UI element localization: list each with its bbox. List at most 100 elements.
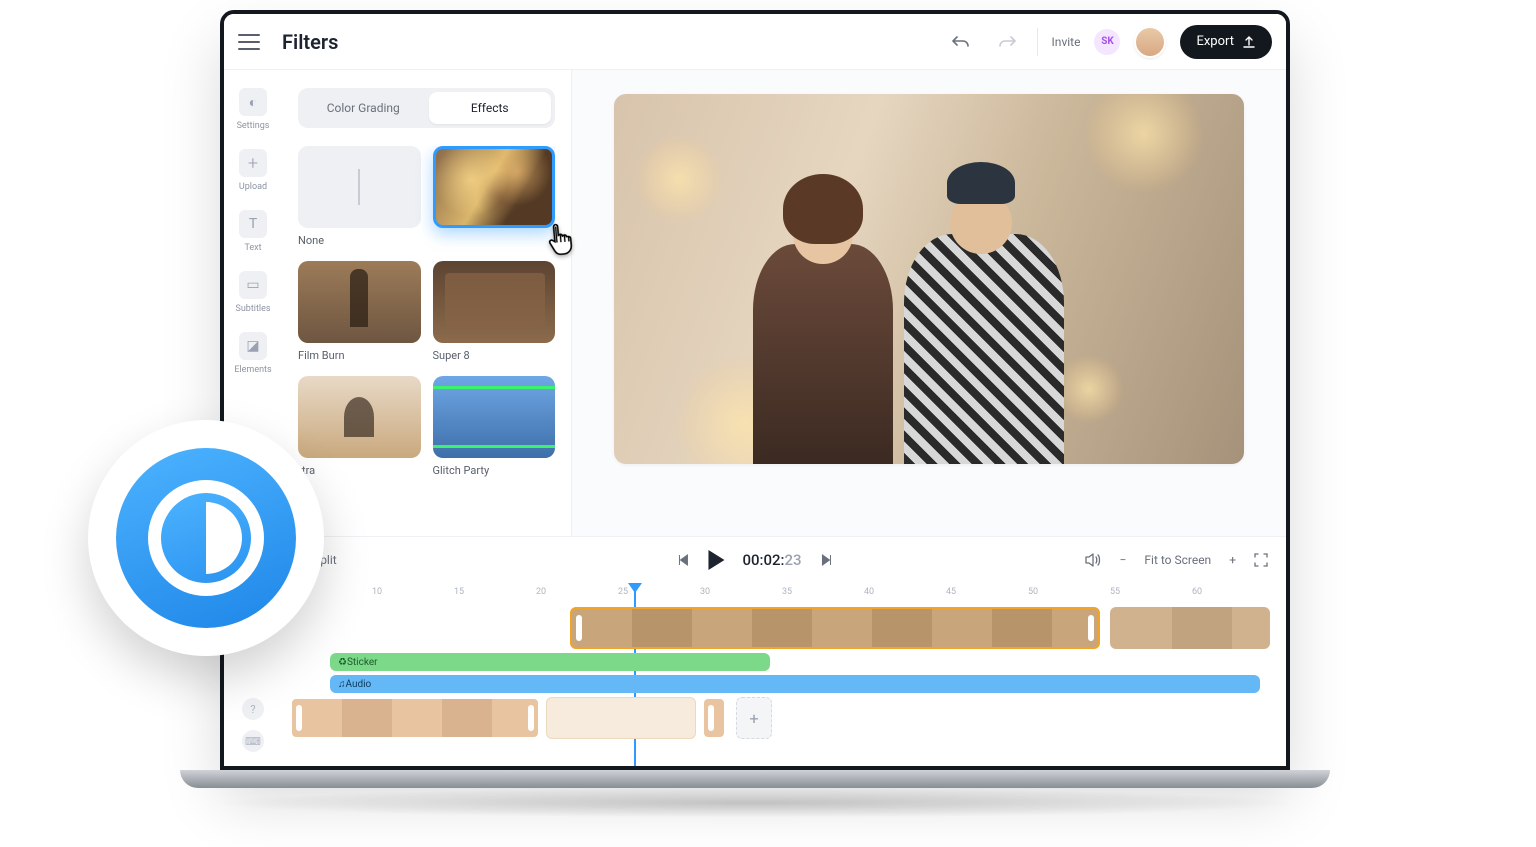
rail-label: Settings <box>237 121 270 131</box>
skip-back-icon <box>676 553 690 567</box>
video-clip-main[interactable] <box>570 607 1100 649</box>
tab-effects[interactable]: Effects <box>429 92 552 124</box>
audio-track[interactable]: ♫ Audio <box>290 673 1286 695</box>
filter-badge-icon <box>88 420 324 656</box>
ruler-tick: 20 <box>536 587 546 597</box>
laptop-base <box>180 770 1330 788</box>
keyboard-icon[interactable]: ⌨ <box>242 730 264 752</box>
export-label: Export <box>1196 34 1234 49</box>
effect-thumb <box>433 146 556 228</box>
video-clip-tail[interactable] <box>1110 607 1270 649</box>
ruler-tick: 60 <box>1192 587 1202 597</box>
ruler-tick: 40 <box>864 587 874 597</box>
invite-initials[interactable]: SK <box>1094 29 1120 55</box>
volume-button[interactable] <box>1084 552 1102 568</box>
clip-handle-left[interactable] <box>576 615 582 641</box>
effect-thumb <box>433 261 556 343</box>
tab-color-grading[interactable]: Color Grading <box>302 92 425 124</box>
upload-icon <box>1242 35 1256 49</box>
rail-upload[interactable]: + Upload <box>239 149 267 192</box>
clip-handle-left[interactable] <box>708 705 714 731</box>
add-clip-button[interactable]: + <box>736 697 772 739</box>
thumb-track[interactable]: + <box>290 695 1286 741</box>
rail-label: Upload <box>239 182 267 192</box>
effect-lightleak[interactable] <box>433 146 556 247</box>
effect-thumb <box>433 376 556 458</box>
avatar[interactable] <box>1134 26 1166 58</box>
fullscreen-icon <box>1254 553 1268 567</box>
zoom-out-button[interactable]: − <box>1120 553 1127 567</box>
subtitles-icon: ▭ <box>239 271 267 299</box>
invite-label[interactable]: Invite <box>1052 35 1081 49</box>
divider <box>1037 28 1038 56</box>
skip-forward-icon <box>820 553 834 567</box>
effect-portra[interactable]: rtra <box>298 376 421 477</box>
play-button[interactable] <box>708 550 724 570</box>
effect-filmburn[interactable]: Film Burn <box>298 261 421 362</box>
timecode: 00:02:23 <box>742 551 801 569</box>
clip-handle-right[interactable] <box>1088 615 1094 641</box>
rail-text[interactable]: T Text <box>239 210 267 253</box>
sticker-label: Sticker <box>347 657 378 668</box>
clip-handle-left[interactable] <box>296 705 302 731</box>
zoom-in-button[interactable]: + <box>1229 553 1236 567</box>
ruler-tick: 25 <box>618 587 628 597</box>
export-button[interactable]: Export <box>1180 25 1272 59</box>
effect-thumb <box>298 376 421 458</box>
help-icon[interactable]: ? <box>242 698 264 720</box>
ruler-tick: 30 <box>700 587 710 597</box>
preview-area <box>572 70 1286 536</box>
rail-settings[interactable]: ◐ Settings <box>237 88 270 131</box>
sticker-clip[interactable]: ♻ Sticker <box>330 653 770 671</box>
effect-name: None <box>298 234 421 247</box>
text-icon: T <box>239 210 267 238</box>
filter-tabs: Color Grading Effects <box>298 88 555 128</box>
audio-clip[interactable]: ♫ Audio <box>330 675 1260 693</box>
redo-button[interactable] <box>991 26 1023 58</box>
filters-panel: Color Grading Effects None Film Burn <box>282 70 572 536</box>
timeline: Media Split 00:02:23 <box>224 536 1286 766</box>
rail-subtitles[interactable]: ▭ Subtitles <box>235 271 270 314</box>
topbar: Filters Invite SK Export <box>224 14 1286 70</box>
placeholder-clip[interactable] <box>546 697 696 739</box>
elements-icon: ◪ <box>239 332 267 360</box>
thumb-clip-2[interactable] <box>702 697 726 739</box>
fullscreen-button[interactable] <box>1254 553 1268 567</box>
fit-to-screen-button[interactable]: Fit to Screen <box>1144 553 1211 567</box>
page-title: Filters <box>282 30 338 54</box>
thumb-clip-1[interactable] <box>290 697 540 739</box>
effect-name: Film Burn <box>298 349 421 362</box>
rail-elements[interactable]: ◪ Elements <box>234 332 271 375</box>
ruler-tick: 55 <box>1110 587 1120 597</box>
sticker-track[interactable]: ♻ Sticker <box>290 651 1286 673</box>
menu-icon[interactable] <box>238 34 260 50</box>
video-track[interactable] <box>290 605 1286 651</box>
audio-label: Audio <box>346 679 372 690</box>
timeline-ruler[interactable]: 51015202530354045505560 <box>224 583 1286 605</box>
ruler-tick: 45 <box>946 587 956 597</box>
effect-name: Super 8 <box>433 349 556 362</box>
skip-forward-button[interactable] <box>820 553 834 567</box>
clip-handle-right[interactable] <box>528 705 534 731</box>
skip-back-button[interactable] <box>676 553 690 567</box>
settings-icon: ◐ <box>239 88 267 116</box>
effect-name: Glitch Party <box>433 464 556 477</box>
ruler-tick: 35 <box>782 587 792 597</box>
effect-thumb <box>298 146 421 228</box>
ruler-tick: 15 <box>454 587 464 597</box>
ruler-tick: 10 <box>372 587 382 597</box>
undo-button[interactable] <box>945 26 977 58</box>
video-preview[interactable] <box>614 94 1244 464</box>
rail-label: Subtitles <box>235 304 270 314</box>
timeline-bottom-icons: ? ⌨ <box>242 698 264 752</box>
rail-label: Text <box>244 243 261 253</box>
effect-super8[interactable]: Super 8 <box>433 261 556 362</box>
ruler-tick: 50 <box>1028 587 1038 597</box>
effect-glitch[interactable]: Glitch Party <box>433 376 556 477</box>
effect-name: rtra <box>298 464 421 477</box>
effect-none[interactable]: None <box>298 146 421 247</box>
effect-thumb <box>298 261 421 343</box>
rail-label: Elements <box>234 365 271 375</box>
plus-icon: + <box>239 149 267 177</box>
volume-icon <box>1084 552 1102 568</box>
